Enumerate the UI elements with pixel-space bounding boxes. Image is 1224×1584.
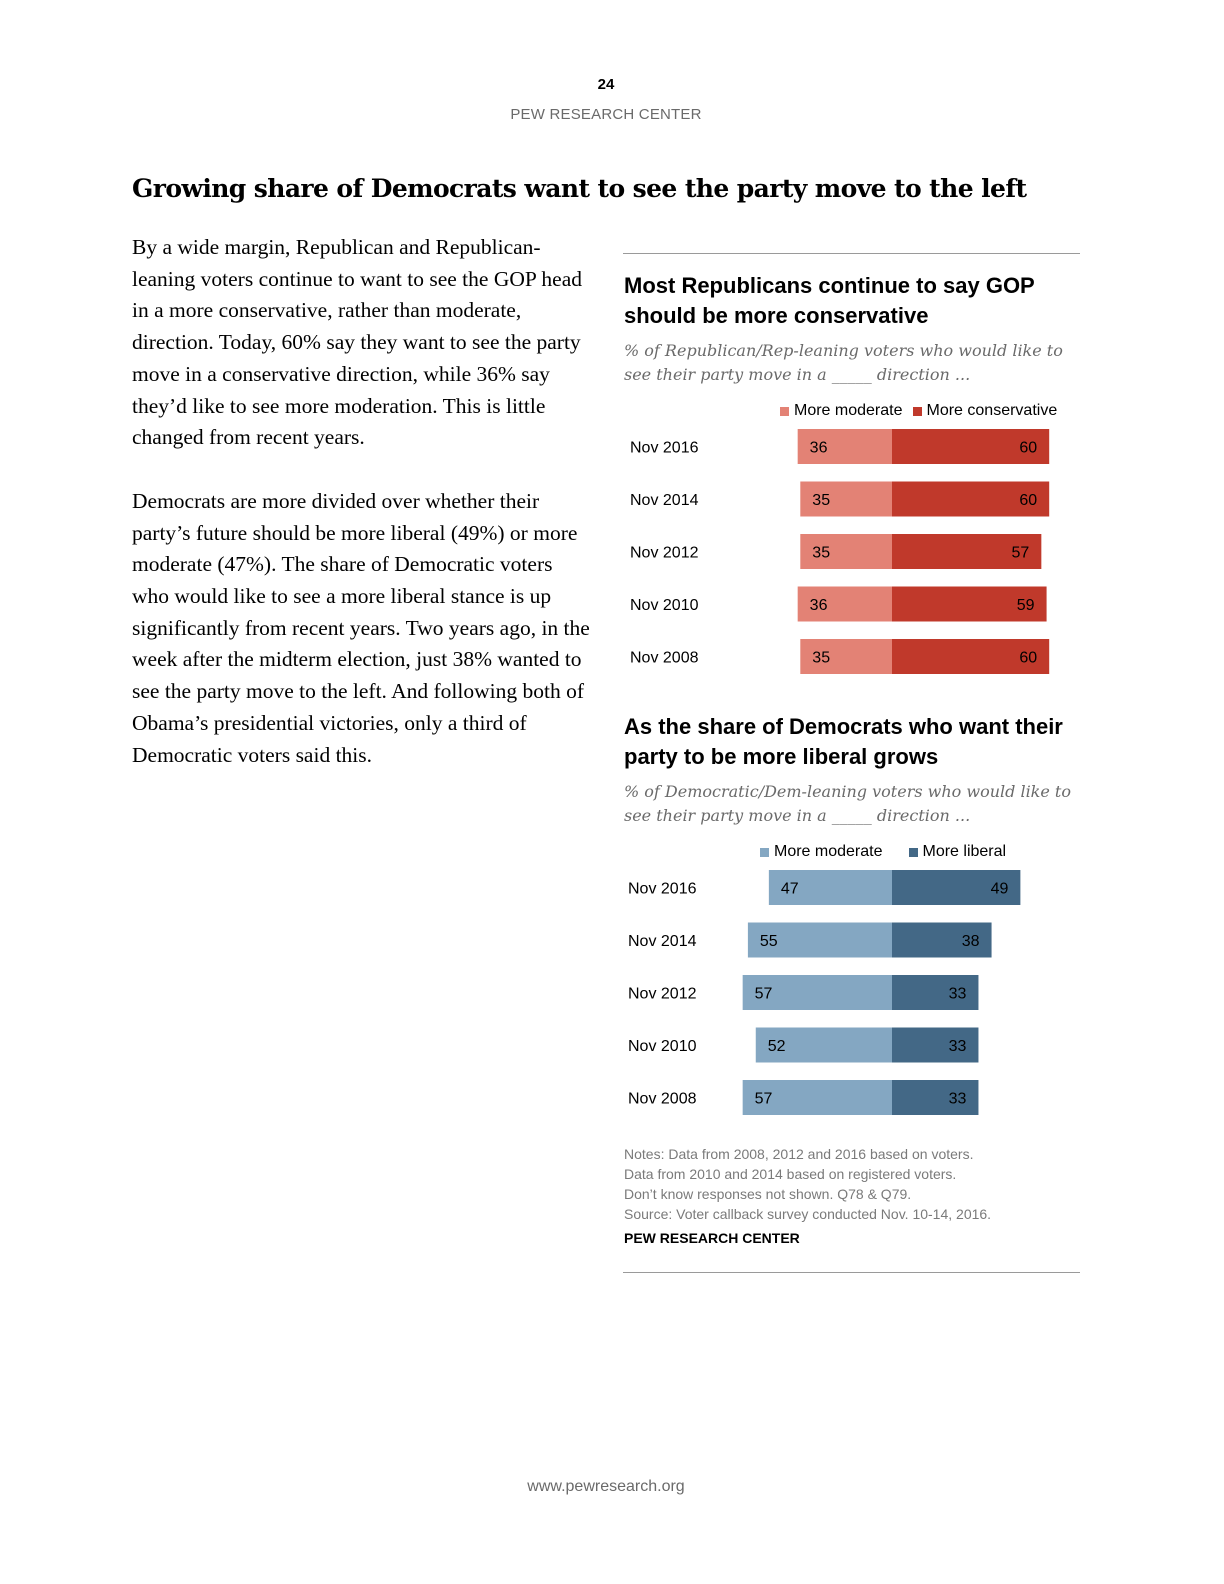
chart2-title: As the share of Democrats who want their… [624, 714, 1063, 769]
chart1-category-label: Nov 2008 [630, 650, 699, 667]
chart2-value-label: 57 [755, 1091, 773, 1108]
page-headline: Growing share of Democrats want to see t… [132, 174, 1027, 203]
body-paragraph-1: By a wide margin, Republican and Republi… [132, 235, 582, 450]
chart1-legend: More moderate More conservative [780, 402, 1067, 420]
chart1-value-label: 36 [810, 440, 828, 457]
chart2-bars: Nov 2016 47 49 Nov 2014 55 38 Nov 2012 57 33 Nov … [628, 870, 1021, 1115]
chart1-value-label: 36 [810, 597, 828, 614]
chart2-category-label: Nov 2012 [628, 986, 697, 1003]
chart1-value-label: 59 [1017, 597, 1035, 614]
chart1-bars: Nov 2016 36 60 Nov 2014 35 60 Nov 2012 35 57 Nov … [630, 429, 1050, 674]
chart1-value-label: 57 [1012, 545, 1030, 562]
note-line: Don’t know responses not shown. Q78 & Q7… [624, 1186, 912, 1202]
chart2-legend-moderate: More moderate [760, 843, 883, 861]
chart2-subtitle: % of Democratic/Dem-leaning voters who w… [624, 782, 1071, 825]
chart1-value-label: 60 [1019, 492, 1037, 509]
chart1-category-label: Nov 2014 [630, 492, 699, 509]
legend-swatch [780, 406, 789, 416]
legend-label: More moderate [794, 402, 903, 419]
legend-label: More moderate [774, 843, 883, 860]
chart2-category-label: Nov 2008 [628, 1091, 697, 1108]
chart-notes: Notes: Data from 2008, 2012 and 2016 bas… [624, 1144, 991, 1224]
org-header: PEW RESEARCH CENTER [510, 106, 702, 123]
note-line: Source: Voter callback survey conducted … [624, 1206, 992, 1222]
chart1-category-label: Nov 2010 [630, 597, 699, 614]
chart2-value-label: 33 [949, 986, 967, 1003]
chart1-value-label: 60 [1019, 650, 1037, 667]
chart1-category-label: Nov 2016 [630, 440, 699, 457]
chart2-category-label: Nov 2014 [628, 933, 697, 950]
chart1-category-label: Nov 2012 [630, 545, 699, 562]
chart2-category-label: Nov 2016 [628, 881, 697, 898]
chart2-value-label: 49 [991, 881, 1009, 898]
chart1-value-label: 35 [812, 492, 830, 509]
chart-panel: Most Republicans continue to say GOP sho… [623, 253, 1080, 1273]
chart2-legend-liberal: More liberal [908, 843, 1007, 861]
legend-swatch [760, 847, 769, 857]
note-line: Notes: Data from 2008, 2012 and 2016 bas… [624, 1146, 974, 1162]
chart2-value-label: 52 [768, 1038, 786, 1055]
chart2-value-label: 33 [949, 1091, 967, 1108]
chart2-value-label: 38 [962, 933, 980, 950]
chart2-value-label: 57 [755, 986, 773, 1003]
chart2-category-label: Nov 2010 [628, 1038, 697, 1055]
chart1-subtitle: % of Republican/Rep-leaning voters who w… [624, 341, 1063, 384]
body-paragraph-2: Democrats are more divided over whether … [132, 488, 590, 767]
footer-url: www.pewresearch.org [527, 1478, 685, 1495]
chart-source-org: PEW RESEARCH CENTER [624, 1230, 800, 1246]
legend-label: More liberal [922, 843, 1007, 860]
chart2-value-label: 33 [949, 1038, 967, 1055]
legend-swatch [912, 406, 922, 416]
chart1-title: Most Republicans continue to say GOP sho… [624, 273, 1035, 328]
chart1-legend-moderate: More moderate [780, 402, 903, 420]
note-line: Data from 2010 and 2014 based on registe… [624, 1166, 957, 1182]
chart1-value-label: 35 [812, 545, 830, 562]
chart2-value-label: 47 [781, 881, 799, 898]
legend-swatch [908, 847, 918, 857]
chart2-value-label: 55 [760, 933, 778, 950]
page-number: 24 [597, 76, 615, 93]
legend-label: More conservative [926, 402, 1058, 419]
chart1-value-label: 60 [1019, 440, 1037, 457]
body-text: By a wide margin, Republican and Republi… [132, 232, 592, 803]
chart1-value-label: 35 [812, 650, 830, 667]
chart2-legend: More moderate More liberal [760, 843, 1016, 861]
chart1-legend-conservative: More conservative [912, 402, 1058, 420]
